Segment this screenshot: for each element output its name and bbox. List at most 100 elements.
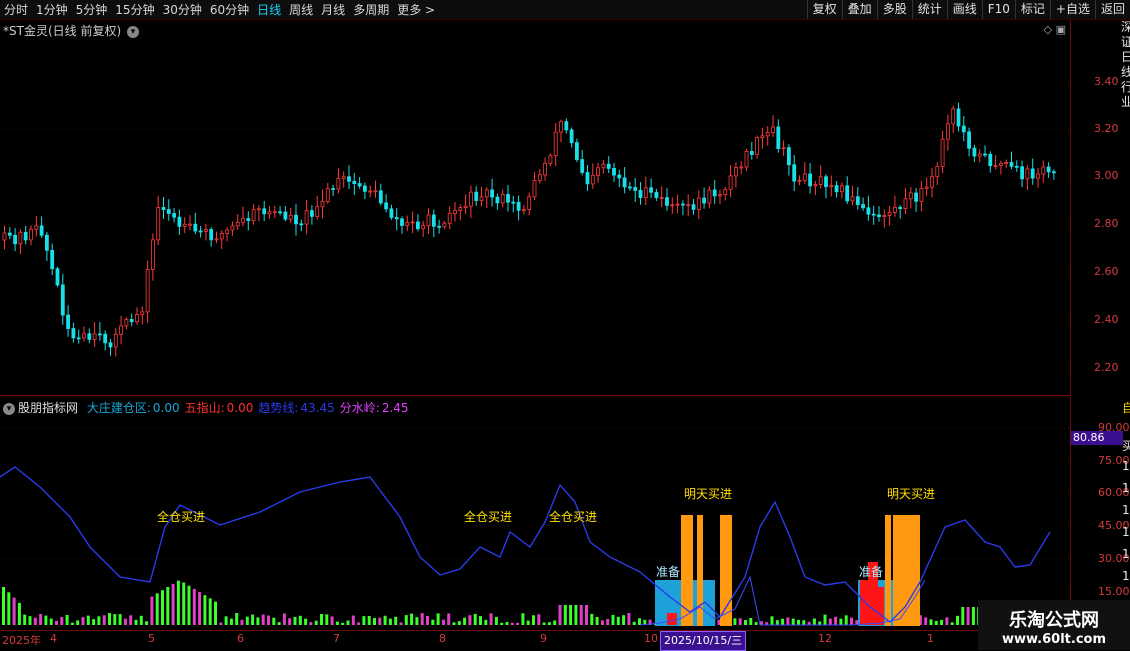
candle-body [103, 333, 108, 344]
volume-bar [585, 605, 588, 625]
volume-bar [12, 597, 16, 625]
volume-bar [60, 617, 64, 625]
volume-bar [606, 618, 610, 625]
period-tab[interactable]: 30分钟 [159, 1, 206, 18]
toolbar-button[interactable]: 多股 [876, 0, 912, 19]
toolbar-button[interactable]: 返回 [1094, 0, 1130, 19]
volume-bar [436, 613, 440, 625]
candle-body [818, 176, 823, 185]
toolbar-button[interactable]: +自选 [1049, 0, 1095, 19]
volume-bar [441, 619, 445, 625]
volume-bar [924, 617, 928, 625]
volume-bar [378, 617, 382, 625]
candle-body [765, 132, 770, 137]
candle-body [522, 209, 526, 211]
signal-annotation: 全仓买进 [157, 510, 206, 524]
volume-bar [86, 615, 90, 625]
period-tab[interactable]: 月线 [317, 1, 349, 18]
candlestick-panel[interactable]: *ST金灵(日线 前复权) ▾ ◇ ▣ [0, 20, 1071, 396]
volume-bar [791, 618, 795, 625]
candle-body [225, 229, 230, 234]
date-tick-label: 7 [333, 632, 340, 645]
right-edge-char: 自 [1122, 401, 1130, 415]
toolbar-button[interactable]: 叠加 [841, 0, 877, 19]
toolbar-button[interactable]: F10 [981, 0, 1015, 19]
toolbar-button[interactable]: 画线 [946, 0, 982, 19]
right-edge-char: 买 [1122, 439, 1130, 453]
volume-bar [373, 618, 376, 625]
volume-bar [256, 617, 260, 625]
period-tab[interactable]: 5分钟 [72, 1, 112, 18]
volume-bar [325, 614, 329, 625]
period-tab[interactable]: 多周期 [349, 1, 393, 18]
candle-body [893, 206, 897, 213]
date-tick-label: 8 [439, 632, 446, 645]
period-tab[interactable]: 更多 > [393, 1, 439, 18]
volume-bar [23, 614, 27, 625]
indicator-title: ▾ 股朋指标网 大庄建仓区: 0.00 五指山: 0.00 趋势线: 43.45 分水岭: 2.… [3, 399, 409, 416]
candlestick-chart[interactable] [0, 20, 1070, 395]
volume-bar [76, 620, 80, 625]
period-tab[interactable]: 15分钟 [111, 1, 158, 18]
toolbar-button[interactable]: 标记 [1014, 0, 1050, 19]
watermark-name: 乐淘公式网 [1009, 610, 1099, 631]
signal-annotation: 明天买进 [887, 487, 936, 501]
volume-bar [320, 614, 323, 625]
volume-bar [171, 583, 175, 625]
signal-annotation: 全仓买进 [549, 510, 598, 524]
period-tab[interactable]: 1分钟 [32, 1, 72, 18]
volume-bar [426, 615, 429, 625]
volume-bar [113, 614, 117, 625]
window-icon[interactable]: ▣ [1056, 23, 1066, 36]
candle-body [622, 177, 627, 188]
chevron-down-icon[interactable]: ▾ [3, 402, 15, 415]
volume-bar [97, 616, 101, 625]
candle-body [458, 207, 463, 211]
price-tick-label: 2.20 [1094, 361, 1119, 374]
candle-body [400, 218, 404, 226]
volume-bar [452, 622, 456, 625]
candle-body [686, 204, 691, 207]
volume-bar [139, 615, 143, 625]
volume-bar [44, 615, 48, 625]
candle-body [60, 284, 65, 316]
candle-body [331, 188, 336, 190]
period-tab[interactable]: 60分钟 [206, 1, 253, 18]
candle-body [150, 239, 155, 270]
candle-body [596, 167, 600, 176]
volume-bar [176, 580, 180, 625]
period-tab[interactable]: 分时 [0, 1, 32, 18]
candle-body [341, 176, 346, 179]
candle-body [1014, 165, 1019, 168]
period-tab[interactable]: 周线 [285, 1, 317, 18]
signal-annotation: 明天买进 [684, 487, 733, 501]
chevron-down-icon[interactable]: ▾ [126, 25, 139, 38]
candle-body [829, 185, 834, 188]
indicator-panel[interactable]: ▾ 股朋指标网 大庄建仓区: 0.00 五指山: 0.00 趋势线: 43.45 分水岭: 2.… [0, 397, 1071, 629]
indicator-name: 股朋指标网 [18, 401, 79, 415]
period-tab[interactable]: 日线 [253, 1, 285, 18]
volume-bar [240, 619, 244, 625]
diamond-icon[interactable]: ◇ [1044, 23, 1052, 36]
toolbar-button[interactable]: 统计 [911, 0, 947, 19]
candle-body [580, 159, 585, 173]
volume-bar [28, 616, 32, 625]
volume-bar [940, 619, 944, 625]
candle-body [278, 211, 283, 214]
candle-body [840, 185, 844, 193]
candle-body [691, 204, 696, 210]
volume-bar [304, 618, 308, 625]
date-tick-label: 1 [927, 632, 934, 645]
volume-bar [187, 585, 191, 625]
candle-body [177, 216, 182, 227]
volume-bar [224, 616, 228, 625]
candle-body [368, 190, 373, 193]
volume-bar [245, 616, 249, 625]
candle-body [309, 210, 314, 217]
candle-body [834, 185, 839, 193]
candle-body [866, 207, 871, 215]
volume-bar [542, 622, 546, 625]
toolbar-button[interactable]: 复权 [806, 0, 842, 19]
candle-body [55, 268, 60, 286]
volume-bar [288, 618, 292, 625]
